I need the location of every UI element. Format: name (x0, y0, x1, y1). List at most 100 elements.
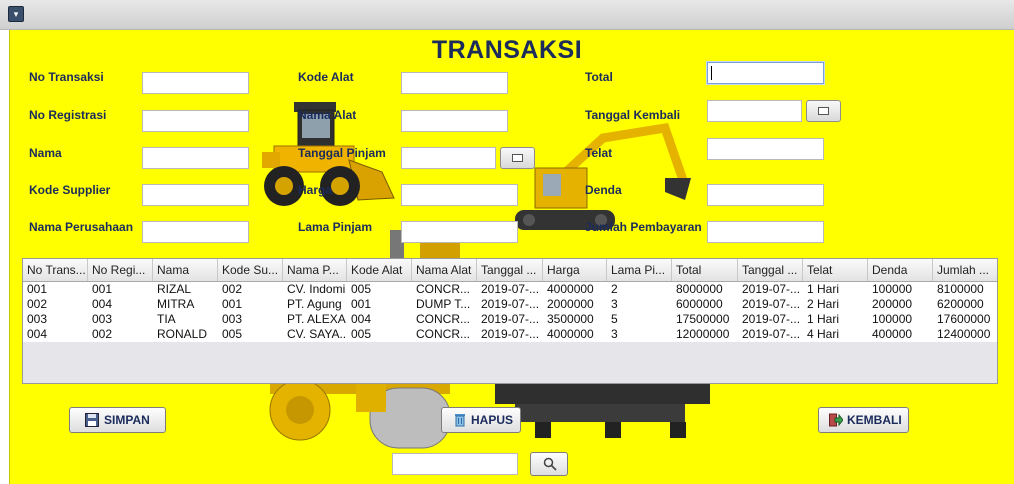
table-cell: DUMP T... (416, 297, 471, 311)
table-cell: MITRA (157, 297, 195, 311)
table-cell: 2019-07-... (742, 312, 801, 326)
simpan-label: SIMPAN (104, 413, 150, 427)
hapus-label: HAPUS (471, 413, 514, 427)
nama-perusahaan-label: Nama Perusahaan (29, 220, 134, 234)
table-cell: 4000000 (547, 282, 594, 296)
table-cell: 12000000 (676, 327, 730, 341)
table-cell: 3 (611, 297, 618, 311)
table-cell: 400000 (872, 327, 913, 341)
table-row[interactable]: 003 003 TIA 003 PT. ALEXA 004 CONCR... 2019-07-… (23, 312, 997, 327)
table-cell: 3500000 (547, 312, 594, 326)
table-cell: 100000 (872, 312, 913, 326)
table-row[interactable]: 001 001 RIZAL 002 CV. Indomi 005 CONCR... 2019-… (23, 282, 997, 297)
search-button[interactable] (530, 452, 568, 476)
nama-alat-label: Nama Alat (298, 108, 357, 122)
table-cell: 4 Hari (807, 327, 840, 341)
no-transaksi-field[interactable] (142, 72, 249, 94)
column-header[interactable]: Kode Su... (218, 259, 283, 281)
table-cell: 1 Hari (807, 312, 840, 326)
table-cell: 2019-07-... (481, 312, 540, 326)
table-cell: 002 (222, 282, 243, 296)
table-cell: 8000000 (676, 282, 723, 296)
table-cell: 001 (27, 282, 48, 296)
column-header[interactable]: Nama Alat (412, 259, 477, 281)
nama-alat-field[interactable] (401, 110, 508, 132)
telat-field[interactable] (707, 138, 824, 160)
table-cell: 4000000 (547, 327, 594, 341)
column-header[interactable]: Jumlah ... (933, 259, 997, 281)
table-cell: 200000 (872, 297, 913, 311)
lama-pinjam-field[interactable] (401, 221, 518, 243)
jumlah-pembayaran-field[interactable] (707, 221, 824, 243)
column-header[interactable]: Harga (543, 259, 607, 281)
table-cell: 2 (611, 282, 618, 296)
kembali-label: KEMBALI (847, 413, 902, 427)
search-input[interactable] (392, 453, 518, 475)
denda-field[interactable] (707, 184, 824, 206)
harga-field[interactable] (401, 184, 518, 206)
column-header[interactable]: No Trans... (23, 259, 88, 281)
column-header[interactable]: Total (672, 259, 738, 281)
table-cell: 8100000 (937, 282, 984, 296)
tanggal-pinjam-field[interactable] (401, 147, 496, 169)
page-title: TRANSAKSI (431, 36, 583, 64)
calendar-icon (818, 107, 829, 115)
table-cell: 6200000 (937, 297, 984, 311)
table-cell: 001 (222, 297, 243, 311)
table-cell: 3 (611, 327, 618, 341)
denda-label: Denda (585, 183, 622, 197)
jumlah-pembayaran-label: Jumlah Pembayaran (585, 220, 702, 234)
simpan-button[interactable]: SIMPAN (69, 407, 166, 433)
table-cell: 17600000 (937, 312, 991, 326)
tanggal-kembali-label: Tanggal Kembali (585, 108, 681, 122)
table-row[interactable]: 002 004 MITRA 001 PT. Agung 001 DUMP T... 2019-… (23, 297, 997, 312)
column-header[interactable]: Telat (803, 259, 868, 281)
table-cell: 002 (27, 297, 48, 311)
column-header[interactable]: Tanggal ... (477, 259, 543, 281)
table-cell: 2000000 (547, 297, 594, 311)
kode-supplier-field[interactable] (142, 184, 249, 206)
table-cell: 005 (351, 327, 372, 341)
table-cell: 003 (27, 312, 48, 326)
table-cell: 2019-07-... (742, 297, 801, 311)
exit-arrow-icon (829, 413, 843, 427)
table-cell: RIZAL (157, 282, 192, 296)
total-field[interactable] (707, 62, 824, 84)
tanggal-kembali-field[interactable] (707, 100, 802, 122)
no-registrasi-field[interactable] (142, 110, 249, 132)
table-cell: CV. Indomi (287, 282, 346, 296)
chevron-down-icon[interactable]: ▾ (8, 6, 24, 22)
asphalt-paver-image (495, 382, 710, 438)
tanggal-kembali-calendar-button[interactable] (806, 100, 841, 122)
table-cell: CV. SAYA... (287, 327, 347, 341)
nama-label: Nama (29, 146, 62, 160)
table-cell: 2019-07-... (481, 297, 540, 311)
app-window: ▾ TRANSAKSI No Transaksi No Registrasi N… (0, 0, 1014, 484)
table-cell: PT. ALEXA (287, 312, 346, 326)
kode-alat-field[interactable] (401, 72, 508, 94)
column-header[interactable]: Nama P... (283, 259, 347, 281)
table-cell: 003 (92, 312, 113, 326)
nama-perusahaan-field[interactable] (142, 221, 249, 243)
column-header[interactable]: Denda (868, 259, 933, 281)
table-cell: 5 (611, 312, 618, 326)
tanggal-pinjam-calendar-button[interactable] (500, 147, 535, 169)
column-header[interactable]: Tanggal ... (738, 259, 803, 281)
table-cell: 12400000 (937, 327, 991, 341)
column-header[interactable]: No Regi... (88, 259, 153, 281)
hapus-button[interactable]: HAPUS (441, 407, 521, 433)
transaksi-table[interactable]: No Trans... No Regi... Nama Kode Su... Nama … (22, 258, 998, 384)
table-cell: 100000 (872, 282, 913, 296)
kode-supplier-label: Kode Supplier (29, 183, 111, 197)
table-row[interactable]: 004 002 RONALD 005 CV. SAYA... 005 CONCR... 201… (23, 327, 997, 342)
nama-field[interactable] (142, 147, 249, 169)
table-cell: CONCR... (416, 312, 470, 326)
column-header[interactable]: Nama (153, 259, 218, 281)
tanggal-pinjam-label: Tanggal Pinjam (298, 146, 386, 160)
column-header[interactable]: Kode Alat (347, 259, 412, 281)
kembali-button[interactable]: KEMBALI (818, 407, 909, 433)
table-cell: 001 (92, 282, 113, 296)
column-header[interactable]: Lama Pi... (607, 259, 672, 281)
lama-pinjam-label: Lama Pinjam (298, 220, 373, 234)
search-icon (543, 457, 557, 471)
